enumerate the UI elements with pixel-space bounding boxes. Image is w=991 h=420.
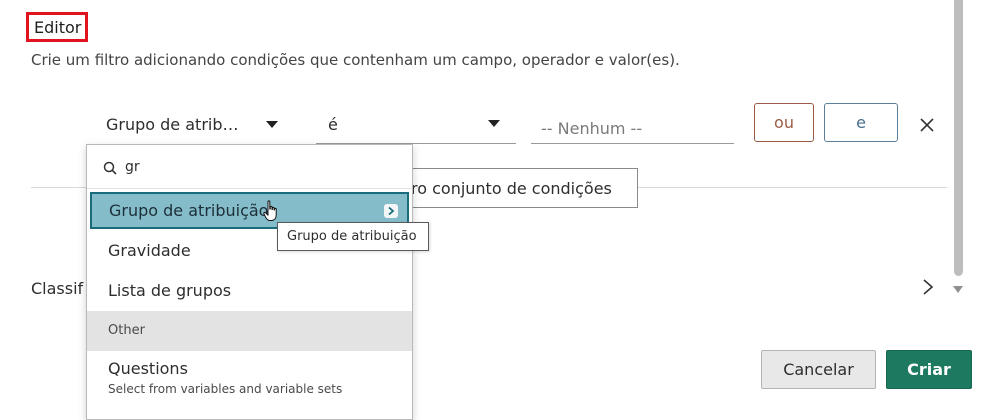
- dropdown-search[interactable]: gr: [87, 145, 412, 189]
- hand-cursor-icon: [263, 200, 277, 221]
- search-icon: [103, 161, 117, 175]
- field-select-value: Grupo de atrib…: [106, 115, 239, 134]
- dropdown-group-label: Other: [108, 323, 145, 338]
- dropdown-item-label: Gravidade: [108, 241, 191, 260]
- dropdown-item-label: Questions: [108, 359, 188, 378]
- dropdown-group-header: Other: [87, 311, 412, 351]
- and-button[interactable]: e: [824, 103, 898, 142]
- chevron-right-icon[interactable]: [384, 204, 398, 218]
- value-input[interactable]: [531, 105, 734, 144]
- sort-section-label[interactable]: Classif: [31, 279, 91, 298]
- scroll-down-arrow-icon[interactable]: [953, 286, 963, 293]
- dropdown-item-questions[interactable]: Questions Select from variables and vari…: [87, 351, 412, 406]
- editor-description: Crie um filtro adicionando condições que…: [31, 51, 680, 69]
- operator-select[interactable]: é: [316, 105, 516, 144]
- dropdown-item-label: Lista de grupos: [108, 281, 232, 300]
- create-button[interactable]: Criar: [886, 350, 972, 389]
- caret-down-icon: [488, 120, 500, 127]
- new-condition-set-button[interactable]: ro conjunto de condições: [396, 168, 638, 208]
- field-select[interactable]: Grupo de atrib…: [96, 105, 296, 143]
- or-button[interactable]: ou: [754, 103, 814, 142]
- scrollbar[interactable]: [950, 0, 966, 300]
- tooltip: Grupo de atribuição: [277, 222, 429, 251]
- dropdown-item-lista-de-grupos[interactable]: Lista de grupos: [87, 271, 412, 311]
- close-icon: [920, 118, 934, 132]
- operator-select-value: é: [328, 115, 338, 134]
- dropdown-item-label: Grupo de atribuição: [109, 201, 269, 220]
- caret-down-icon: [266, 121, 278, 128]
- editor-title: Editor: [26, 12, 89, 42]
- dropdown-item-description: Select from variables and variable sets: [108, 382, 343, 396]
- scrollbar-thumb[interactable]: [954, 0, 963, 276]
- chevron-right-icon[interactable]: [920, 278, 936, 296]
- remove-condition-button[interactable]: [916, 114, 938, 136]
- cancel-button[interactable]: Cancelar: [761, 350, 876, 389]
- field-dropdown[interactable]: gr Grupo de atribuição Gravidade Lista d…: [86, 144, 413, 420]
- dropdown-search-input[interactable]: gr: [125, 159, 140, 175]
